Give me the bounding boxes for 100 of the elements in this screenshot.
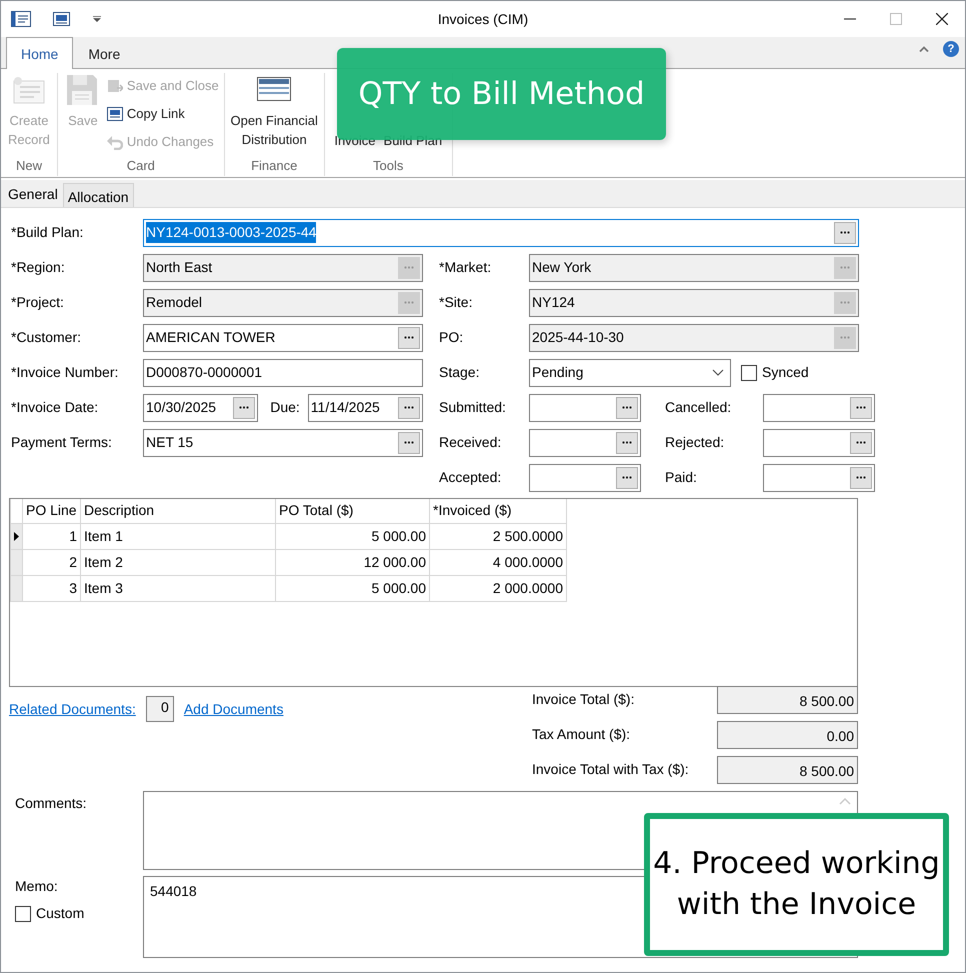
window-title: Invoices (CIM)	[438, 10, 528, 29]
ellipsis-icon	[404, 336, 414, 339]
date-field[interactable]	[529, 464, 641, 492]
browse-button[interactable]	[850, 466, 872, 488]
lookup-field[interactable]: NY124-0013-0003-2025-44	[143, 218, 859, 246]
column-header[interactable]: PO Line	[22, 499, 80, 523]
checkbox[interactable]	[741, 364, 757, 380]
browse-button[interactable]	[616, 432, 638, 454]
ribbon-button[interactable]: Open Financial Distribution	[228, 73, 320, 149]
date-field[interactable]	[763, 394, 875, 422]
dropdown-icon[interactable]	[93, 16, 101, 22]
column-header[interactable]: PO Total ($)	[276, 499, 430, 523]
group-label: Card	[126, 157, 156, 175]
ellipsis-icon	[840, 301, 850, 304]
ellipsis-icon	[622, 441, 632, 444]
ellipsis-icon	[840, 266, 850, 269]
field-label: *Invoice Number:	[11, 364, 118, 380]
browse-button[interactable]	[850, 432, 872, 454]
browse-button[interactable]	[616, 466, 638, 488]
save-close-icon	[106, 78, 123, 94]
maximize-icon	[890, 13, 902, 25]
field-label: *Market:	[439, 259, 492, 275]
browse-button[interactable]	[398, 326, 420, 348]
date-field[interactable]	[763, 428, 875, 456]
browse-button[interactable]	[398, 396, 420, 418]
date-field[interactable]	[529, 428, 641, 456]
field-label: *Customer:	[11, 329, 82, 345]
checkbox[interactable]	[15, 906, 31, 922]
ellipsis-icon	[856, 406, 866, 409]
checkbox-label: Synced	[762, 363, 809, 382]
ellipsis-icon	[856, 476, 866, 479]
group-label: Tools	[372, 157, 404, 175]
ellipsis-icon	[239, 406, 250, 409]
table-cell: Item 1	[80, 523, 276, 549]
browse-button[interactable]	[233, 396, 256, 418]
ellipsis-icon	[840, 336, 850, 339]
ellipsis-icon	[404, 266, 414, 269]
lookup-field[interactable]: Remodel	[143, 288, 423, 316]
browse-button[interactable]	[616, 396, 638, 418]
lookup-field[interactable]: NY124	[529, 288, 859, 316]
table-cell: 4 000.0000	[430, 549, 566, 575]
callout-tooltip: 4. Proceed working with the Invoice	[644, 813, 949, 956]
field-label: *Site:	[439, 294, 472, 310]
ribbon-tab[interactable]: Home	[6, 37, 74, 69]
ribbon-tab[interactable]: More	[73, 37, 136, 69]
field-label: *Region:	[11, 259, 65, 275]
date-field[interactable]	[763, 464, 875, 492]
lookup-field[interactable]: AMERICAN TOWER	[143, 324, 423, 352]
stage-dropdown[interactable]: Pending	[529, 358, 731, 386]
table-cell: 2 500.0000	[430, 523, 566, 549]
browse-button[interactable]	[398, 432, 420, 454]
ellipsis-icon	[622, 476, 632, 479]
link-icon[interactable]	[53, 11, 71, 27]
undo-icon	[106, 134, 123, 150]
table-cell: Item 2	[80, 549, 276, 575]
total-field: 8 500.00	[717, 756, 858, 784]
field-label: *Build Plan:	[11, 224, 84, 240]
add-documents-link[interactable]: Add Documents	[184, 699, 284, 720]
date-field[interactable]	[529, 394, 641, 422]
lookup-field[interactable]: NET 15	[143, 428, 423, 456]
form-tab[interactable]: Allocation	[62, 183, 134, 207]
help-button[interactable]: ?	[943, 41, 959, 57]
total-field: 0.00	[717, 720, 858, 748]
field-label: *Invoice Date:	[11, 399, 98, 415]
ellipsis-icon	[404, 301, 414, 304]
text-field[interactable]: D000870-0000001	[143, 358, 423, 386]
field-label: PO:	[439, 329, 464, 345]
table-cell: 2	[22, 549, 80, 575]
column-header[interactable]: Description	[80, 499, 276, 523]
document-count: 0	[146, 696, 174, 722]
total-label: Tax Amount ($):	[532, 725, 632, 744]
browse-button[interactable]	[850, 396, 872, 418]
collapse-icon[interactable]	[919, 46, 929, 52]
ellipsis-icon	[856, 441, 866, 444]
field-label: Memo:	[15, 877, 59, 896]
lookup-field[interactable]: New York	[529, 254, 859, 282]
ribbon-button[interactable]: Copy Link	[106, 101, 219, 127]
table-cell: 5 000.00	[276, 575, 430, 601]
table-cell: 3	[22, 575, 80, 601]
column-header[interactable]: *Invoiced ($)	[430, 499, 566, 523]
field-label: Rejected:	[665, 433, 726, 452]
browse-button[interactable]	[834, 222, 856, 244]
related-documents-link[interactable]: Related Documents:	[9, 699, 136, 720]
table-cell: 1	[22, 523, 80, 549]
lookup-field[interactable]: North East	[143, 254, 423, 282]
table-cell: 12 000.00	[276, 549, 430, 575]
link-icon	[106, 106, 123, 122]
row-header[interactable]	[10, 523, 22, 549]
form-icon[interactable]	[11, 11, 31, 27]
field-label: Stage:	[439, 364, 480, 380]
field-label: Comments:	[15, 795, 87, 811]
date-field[interactable]: 10/30/2025	[143, 394, 258, 422]
date-field[interactable]: 11/14/2025	[308, 394, 424, 422]
row-pointer-icon	[14, 532, 19, 540]
field-label: Paid:	[665, 468, 698, 487]
chevron-down-icon	[712, 369, 724, 376]
lookup-field[interactable]: 2025-44-10-30	[529, 324, 859, 352]
table-cell: Item 3	[80, 575, 276, 601]
table-cell: 2 000.0000	[430, 575, 566, 601]
checkbox-label: Custom	[36, 904, 84, 923]
